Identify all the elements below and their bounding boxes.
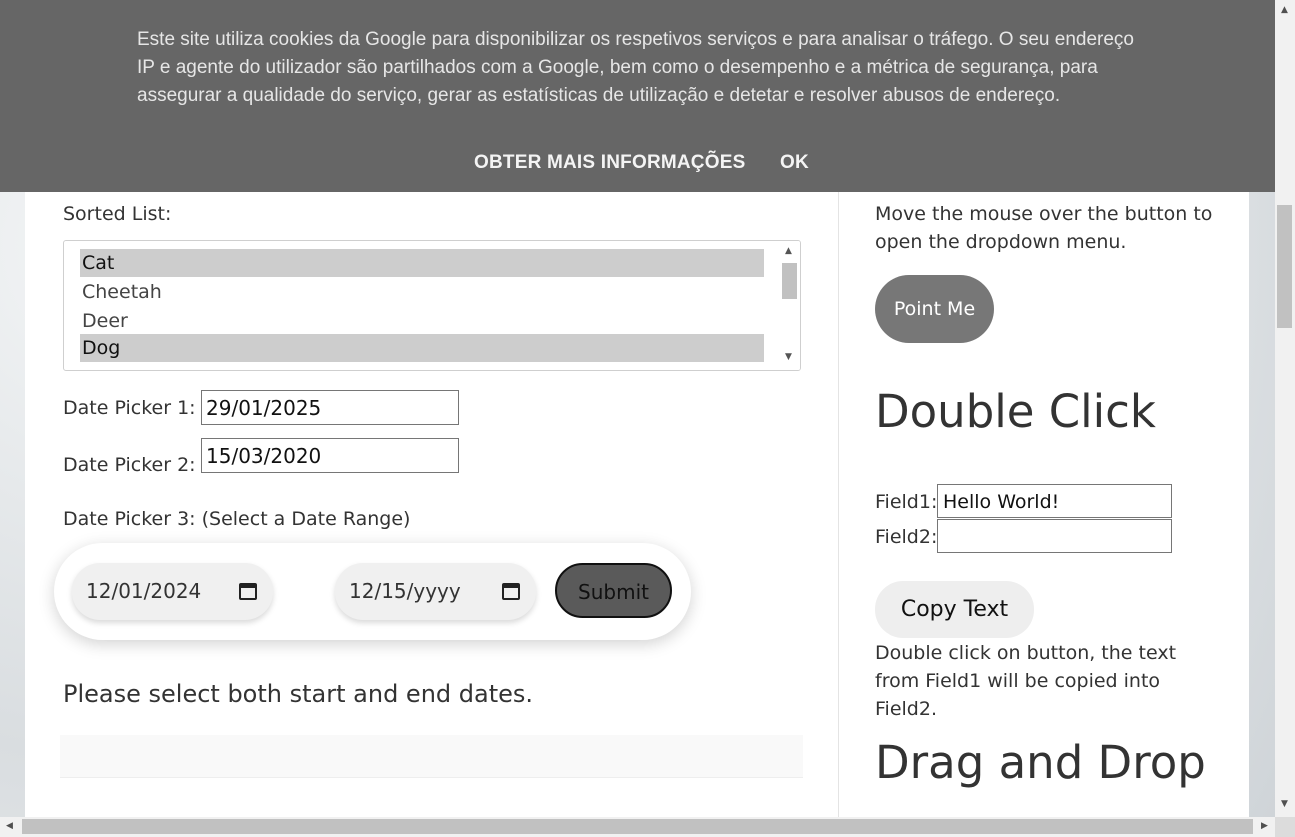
calendar-icon[interactable]: [239, 583, 257, 600]
validation-message: Please select both start and end dates.: [63, 680, 534, 708]
horizontal-scrollbar[interactable]: ◀ ▶: [0, 817, 1275, 837]
sorted-list-label: Sorted List:: [63, 203, 172, 225]
list-item-dog[interactable]: Dog: [80, 334, 764, 362]
list-item-cheetah[interactable]: Cheetah: [80, 278, 764, 306]
list-scroll-thumb[interactable]: [782, 263, 797, 299]
date-picker-1-input[interactable]: 29/01/2025: [201, 390, 459, 425]
scroll-down-arrow-icon[interactable]: ▼: [785, 353, 792, 362]
sorted-list[interactable]: Cat Cheetah Deer Dog ▲ ▼: [63, 240, 801, 371]
drag-and-drop-heading: Drag and Drop: [875, 736, 1206, 789]
date-picker-1-label: Date Picker 1:: [63, 397, 196, 419]
list-item-cat[interactable]: Cat: [80, 249, 764, 277]
field2-label: Field2:: [875, 526, 938, 548]
empty-result-area: [60, 735, 803, 778]
double-click-heading: Double Click: [875, 385, 1156, 438]
date-picker-2-input[interactable]: 15/03/2020: [201, 438, 459, 473]
cookie-notice-text: Este site utiliza cookies da Google para…: [137, 29, 1134, 106]
vertical-scroll-thumb[interactable]: [1277, 205, 1292, 328]
field2-input[interactable]: [937, 519, 1172, 553]
date-range-form: 12/01/2024 12/15/yyyy Submit: [54, 543, 691, 640]
end-date-value: 12/15/yyyy: [349, 579, 461, 603]
start-date-input[interactable]: 12/01/2024: [72, 563, 273, 620]
date-picker-3-label: Date Picker 3: (Select a Date Range): [63, 508, 411, 530]
cookie-banner: Este site utiliza cookies da Google para…: [0, 0, 1275, 192]
calendar-icon[interactable]: [502, 583, 520, 600]
scroll-up-arrow-icon[interactable]: ▲: [1281, 6, 1288, 15]
list-item-deer[interactable]: Deer: [80, 307, 764, 335]
hover-instructions: Move the mouse over the button to open t…: [875, 203, 1213, 253]
vertical-scrollbar[interactable]: ▲ ▼: [1275, 0, 1295, 817]
scroll-up-arrow-icon[interactable]: ▲: [785, 247, 792, 256]
more-info-link[interactable]: OBTER MAIS INFORMAÇÕES: [474, 152, 745, 174]
horizontal-scroll-thumb[interactable]: [22, 819, 1253, 834]
ok-button[interactable]: OK: [780, 152, 809, 174]
end-date-input[interactable]: 12/15/yyyy: [335, 563, 536, 620]
field1-label: Field1:: [875, 491, 938, 513]
start-date-value: 12/01/2024: [86, 579, 202, 603]
scroll-left-arrow-icon[interactable]: ◀: [6, 822, 13, 831]
submit-button[interactable]: Submit: [555, 563, 672, 618]
point-me-button[interactable]: Point Me: [875, 275, 994, 343]
date-picker-2-label: Date Picker 2:: [63, 454, 196, 476]
scroll-down-arrow-icon[interactable]: ▼: [1281, 800, 1288, 809]
scrollbar-corner: [1275, 817, 1295, 837]
copy-text-button[interactable]: Copy Text: [875, 581, 1034, 638]
list-scrollbar[interactable]: ▲ ▼: [780, 241, 800, 370]
field1-input[interactable]: Hello World!: [937, 484, 1172, 518]
scroll-right-arrow-icon[interactable]: ▶: [1261, 822, 1268, 831]
double-click-instructions: Double click on button, the text from Fi…: [875, 642, 1177, 720]
